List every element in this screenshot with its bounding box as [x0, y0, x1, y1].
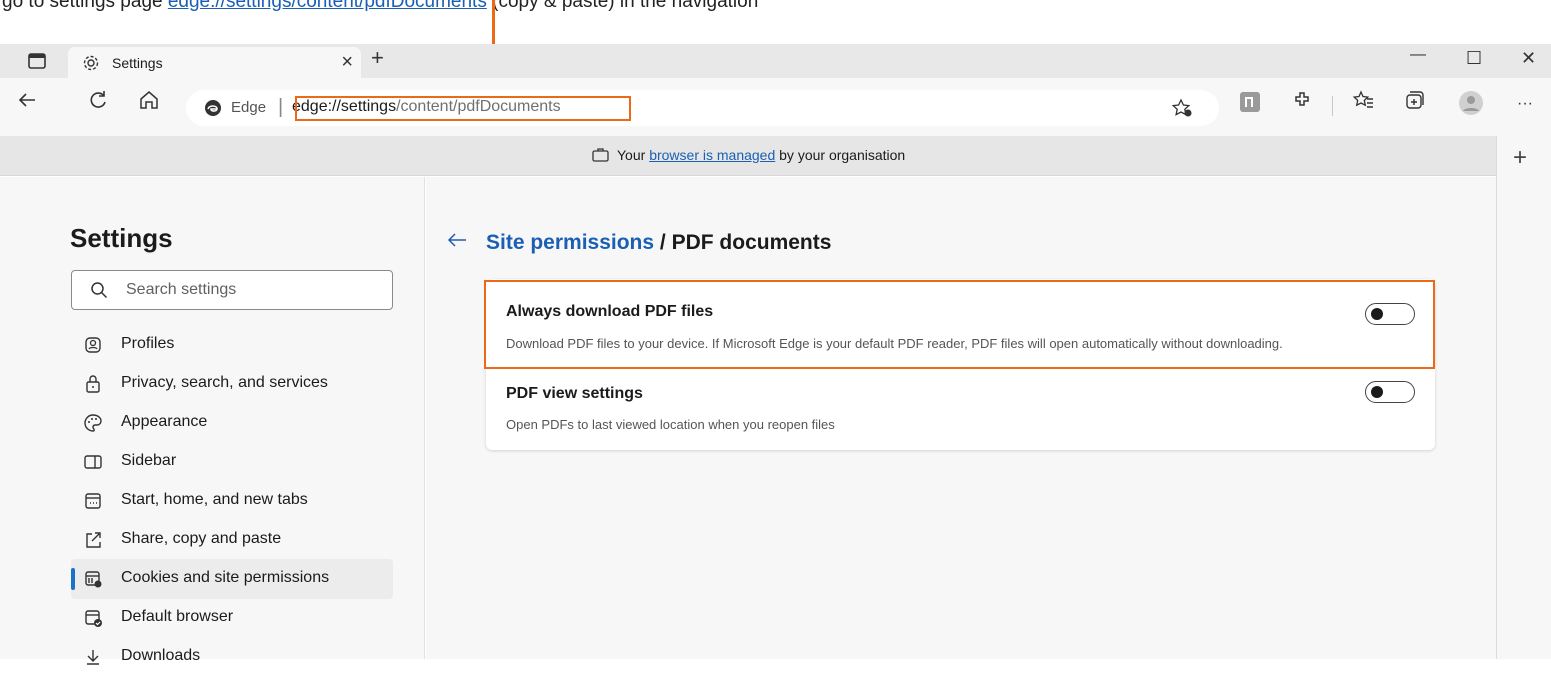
minimize-button[interactable]: — [1410, 46, 1426, 64]
cookie-icon [83, 569, 103, 589]
sidebar-item-label: Profiles [121, 335, 175, 352]
extensions-icon[interactable] [1292, 89, 1312, 116]
breadcrumb-site-permissions-link[interactable]: Site permissions [486, 231, 654, 254]
toolbar-divider [1332, 96, 1333, 116]
profile-icon [83, 335, 103, 355]
instruction-text: go to settings page edge://settings/cont… [2, 0, 758, 13]
edge-logo-icon [204, 99, 222, 122]
refresh-icon[interactable] [87, 89, 109, 116]
instruction-suffix: (copy & paste) in the navigation [486, 0, 759, 12]
sidebar-item-share[interactable]: Share, copy and paste [71, 520, 393, 560]
briefcase-icon [592, 147, 609, 165]
managed-text: Your browser is managed by your organisa… [592, 147, 905, 165]
tab-title: Settings [112, 55, 163, 71]
tab-actions-icon[interactable] [28, 53, 46, 74]
active-indicator [71, 568, 75, 590]
sidebar-item-label: Downloads [121, 647, 201, 664]
add-favorite-icon[interactable] [1171, 98, 1193, 123]
share-icon [83, 530, 103, 550]
default-browser-icon [83, 608, 103, 628]
more-menu-button[interactable]: ··· [1517, 95, 1533, 113]
browser-toolbar: Edge | edge://settings/content/pdfDocume… [0, 78, 1551, 136]
sidebar-icon [83, 452, 103, 472]
sidebar-item-downloads[interactable]: Downloads [71, 637, 393, 677]
palette-icon [83, 413, 103, 433]
browser-managed-link[interactable]: browser is managed [649, 147, 775, 163]
search-settings-input[interactable]: Search settings [71, 270, 393, 310]
sidebar-item-label: Cookies and site permissions [121, 569, 330, 586]
new-tab-button[interactable]: + [371, 45, 384, 71]
pdf-view-toggle[interactable] [1365, 381, 1415, 403]
sidebar-item-label: Default browser [121, 608, 234, 625]
setting-title: PDF view settings [506, 385, 643, 402]
search-placeholder: Search settings [126, 281, 237, 298]
sidebar-item-privacy[interactable]: Privacy, search, and services [71, 364, 393, 404]
home-tab-icon [83, 491, 103, 511]
managed-suffix: by your organisation [775, 147, 906, 163]
page-title: PDF documents [671, 231, 832, 254]
sidebar-item-default-browser[interactable]: Default browser [71, 598, 393, 638]
search-icon [90, 281, 108, 304]
add-sidebar-app-button[interactable]: + [1513, 144, 1527, 172]
tab-close-button[interactable]: × [341, 51, 353, 74]
sidebar-item-cookies[interactable]: Cookies and site permissions [71, 559, 393, 599]
sidebar-item-start-home[interactable]: Start, home, and new tabs [71, 481, 393, 521]
favorites-icon[interactable] [1352, 89, 1374, 116]
edge-sidebar-rail: + [1496, 136, 1551, 659]
setting-highlight-box [484, 280, 1435, 369]
url-highlight-box [295, 96, 631, 121]
managed-banner: Your browser is managed by your organisa… [0, 136, 1496, 176]
managed-prefix: Your [617, 147, 650, 163]
tab-bar: Settings × + — ☐ ✕ [0, 44, 1551, 78]
address-separator: | [278, 96, 284, 118]
download-icon [83, 647, 103, 667]
setting-row-pdf-view: PDF view settings Open PDFs to last view… [486, 367, 1435, 450]
back-arrow-icon[interactable] [446, 230, 468, 255]
lock-icon [83, 374, 103, 394]
extension-n-icon[interactable] [1240, 92, 1260, 117]
instruction-strip: go to settings page edge://settings/cont… [0, 0, 1551, 34]
instruction-link[interactable]: edge://settings/content/pdfDocuments [168, 0, 487, 12]
sidebar-item-label: Privacy, search, and services [121, 374, 328, 391]
edge-brand-label: Edge [231, 99, 267, 116]
sidebar-item-appearance[interactable]: Appearance [71, 403, 393, 443]
close-window-button[interactable]: ✕ [1521, 48, 1536, 69]
toggle-knob [1371, 386, 1383, 398]
tab-settings[interactable]: Settings × [68, 47, 361, 78]
instruction-prefix: g [2, 0, 13, 12]
collections-icon[interactable] [1404, 89, 1426, 116]
profile-avatar-icon[interactable] [1459, 91, 1483, 120]
sidebar-item-label: Start, home, and new tabs [121, 491, 308, 508]
breadcrumb: Site permissions / PDF documents [486, 231, 831, 255]
sidebar-item-profiles[interactable]: Profiles [71, 325, 393, 365]
breadcrumb-separator: / [654, 231, 672, 254]
sidebar-item-label: Sidebar [121, 452, 177, 469]
sidebar-item-label: Appearance [121, 413, 208, 430]
settings-content: Site permissions / PDF documents Always … [426, 177, 1496, 659]
settings-title: Settings [70, 223, 173, 253]
sidebar-item-sidebar[interactable]: Sidebar [71, 442, 393, 482]
gear-icon [82, 54, 100, 77]
back-icon[interactable] [16, 89, 38, 116]
home-icon[interactable] [138, 89, 160, 116]
settings-sidebar: Settings Search settings Profiles Privac… [0, 177, 425, 665]
maximize-button[interactable]: ☐ [1466, 48, 1482, 69]
sidebar-item-label: Share, copy and paste [121, 530, 282, 547]
setting-description: Open PDFs to last viewed location when y… [506, 417, 835, 432]
